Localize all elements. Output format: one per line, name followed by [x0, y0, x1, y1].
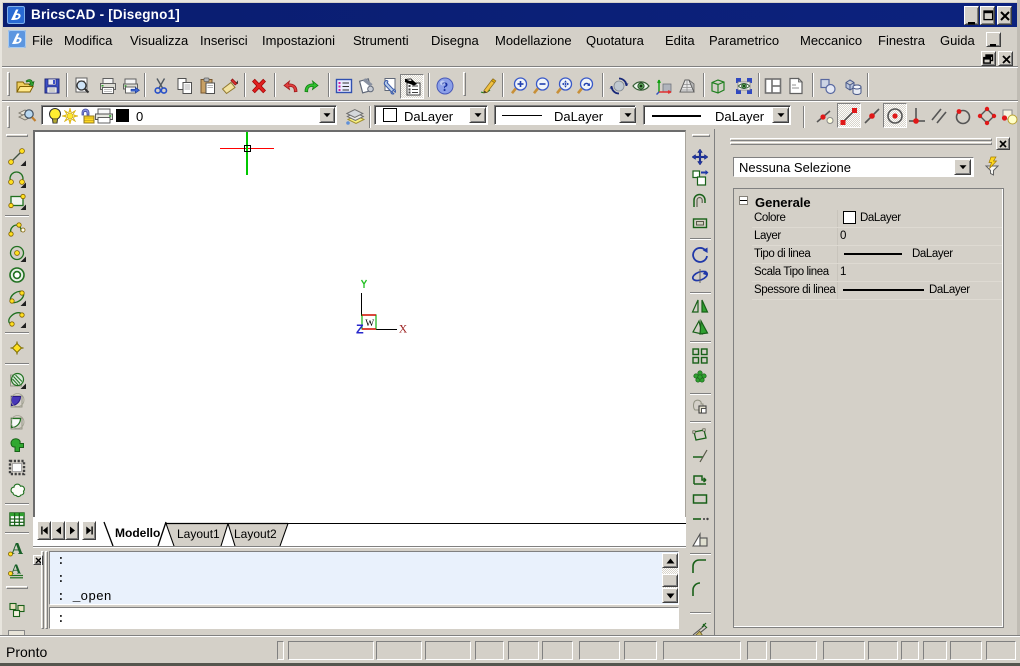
- svg-text:?: ?: [441, 79, 448, 94]
- svg-text:Z: Z: [356, 323, 364, 336]
- svg-text:A: A: [10, 539, 23, 558]
- svg-text:X: X: [399, 324, 408, 336]
- svg-text:W: W: [365, 319, 374, 329]
